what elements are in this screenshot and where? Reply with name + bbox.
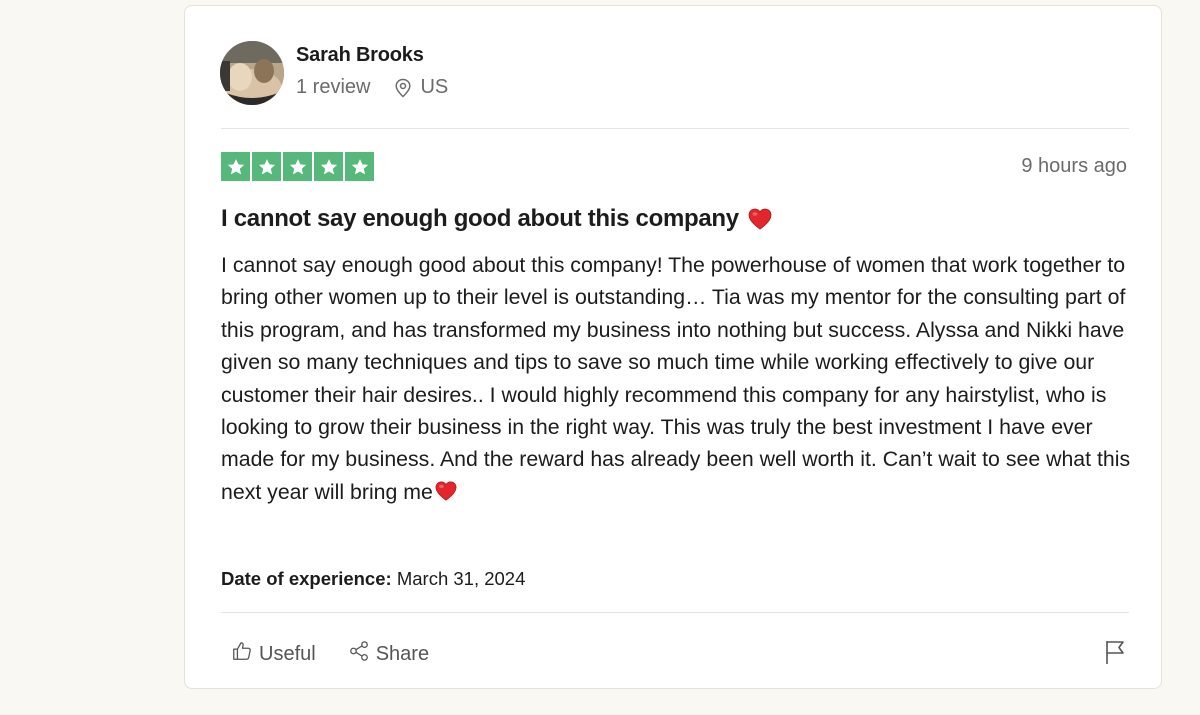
review-title-text: I cannot say enough good about this comp… xyxy=(221,205,739,232)
divider xyxy=(221,612,1129,613)
heart-icon xyxy=(434,479,458,511)
share-label: Share xyxy=(375,642,430,665)
location-pin-icon xyxy=(394,78,412,98)
flag-icon[interactable] xyxy=(1103,639,1127,670)
star-icon xyxy=(314,152,343,181)
share-button[interactable]: Share xyxy=(348,640,429,668)
reviewer-name[interactable]: Sarah Brooks xyxy=(296,44,424,67)
review-card: Sarah Brooks 1 review US 9 hours ago I c… xyxy=(184,5,1162,689)
date-of-experience: Date of experience: March 31, 2024 xyxy=(221,568,525,590)
star-icon xyxy=(345,152,374,181)
review-title[interactable]: I cannot say enough good about this comp… xyxy=(221,205,773,233)
useful-button[interactable]: Useful xyxy=(231,640,316,668)
avatar[interactable] xyxy=(220,41,284,105)
useful-label: Useful xyxy=(259,642,316,665)
share-icon xyxy=(348,640,370,668)
star-icon xyxy=(283,152,312,181)
review-actions: Useful Share xyxy=(231,640,461,668)
experience-date: March 31, 2024 xyxy=(396,568,526,589)
reviewer-meta: 1 review US xyxy=(296,76,448,99)
star-icon xyxy=(252,152,281,181)
review-body-text: I cannot say enough good about this comp… xyxy=(221,253,1131,504)
reviewer-country: US xyxy=(420,76,449,98)
thumbs-up-icon xyxy=(231,640,253,668)
star-rating xyxy=(221,152,374,181)
heart-icon xyxy=(747,207,773,231)
review-timestamp: 9 hours ago xyxy=(1021,155,1127,177)
experience-label: Date of experience: xyxy=(221,568,392,589)
review-count: 1 review xyxy=(296,76,371,98)
review-body: I cannot say enough good about this comp… xyxy=(221,249,1133,511)
star-icon xyxy=(221,152,250,181)
divider xyxy=(221,128,1129,129)
